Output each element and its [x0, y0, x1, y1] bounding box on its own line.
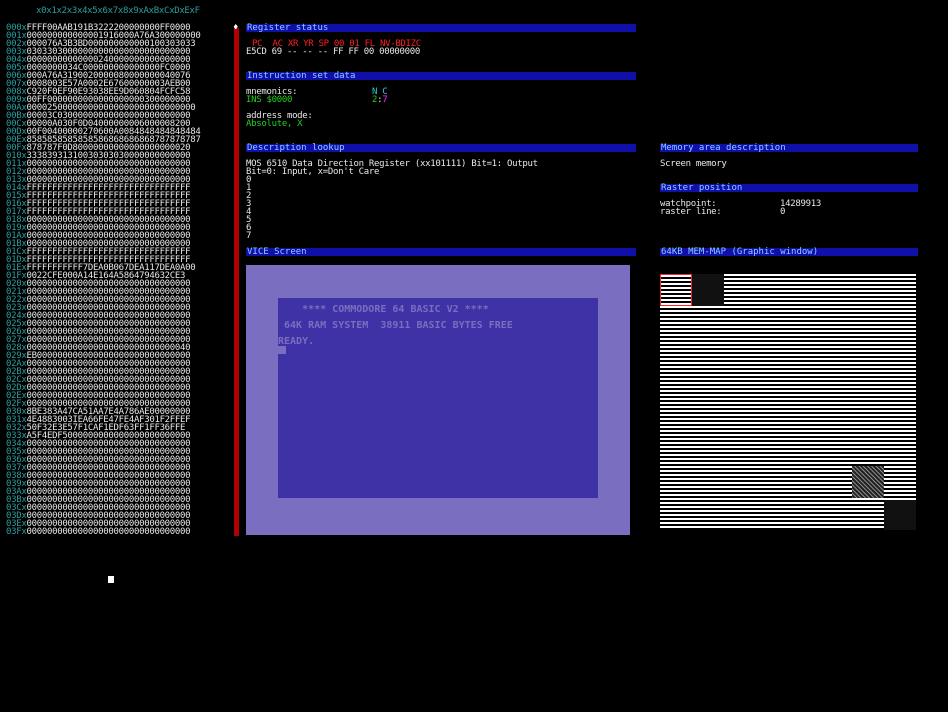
bit-list: 01234567 [246, 176, 252, 241]
cycle-count: 2:7 [372, 95, 388, 105]
mouse-pointer [108, 576, 114, 583]
c64-cursor [278, 346, 286, 354]
memdump-row-data: 00000000000000000000000000000000 [26, 527, 191, 537]
memdump-row[interactable]: 03Fx00000000000000000000000000000000 [6, 527, 201, 537]
raster-line-value: 0 [780, 207, 786, 217]
memory-area-text: Screen memory [660, 159, 727, 169]
memmap-noise-block [852, 466, 884, 498]
c64-banner: **** COMMODORE 64 BASIC V2 **** [278, 304, 489, 315]
memory-area-title: Memory area description [660, 144, 918, 153]
memdump-row-address: 03Fx [6, 527, 27, 537]
instruction-set-title: Instruction set data [246, 72, 636, 81]
memdump-column-header: x0x1x2x3x4x5x6x7x8x9xAxBxCxDxExF [36, 6, 200, 16]
raster-position-title: Raster position [660, 184, 918, 193]
c64-ram-info: 64K RAM SYSTEM 38911 BASIC BYTES FREE [278, 320, 513, 331]
watchpoint-value: 14289913 [780, 199, 821, 209]
memory-dump: 000xFFFF00AAB191B3222200000000FF0000 001x… [6, 24, 201, 537]
memmap-title: 64KB MEM-MAP (Graphic window) [660, 248, 918, 257]
memmap-dark-block-2 [884, 500, 916, 530]
scroll-bar[interactable] [234, 28, 239, 536]
description-line2: Bit=0: Input, x=Don't Care [246, 167, 380, 177]
memmap-dark-block [692, 274, 724, 306]
description-lookup-title: Description lookup [246, 144, 636, 153]
scroll-marker[interactable]: ♦ [233, 24, 238, 33]
vice-screen-title: VICE Screen [246, 248, 636, 257]
raster-line-label: raster line: [660, 207, 722, 217]
address-mode-value: Absolute, X [246, 119, 303, 129]
memmap-selection[interactable] [660, 274, 692, 306]
register-status-title: Register status [246, 24, 636, 33]
ins-value: INS $0000 [246, 95, 293, 105]
bit-item: 7 [246, 231, 252, 241]
register-values: E5CD 69 -- -- -- FF FF 00 00000000 [246, 47, 421, 57]
cycle-count-b: 7 [382, 95, 388, 105]
